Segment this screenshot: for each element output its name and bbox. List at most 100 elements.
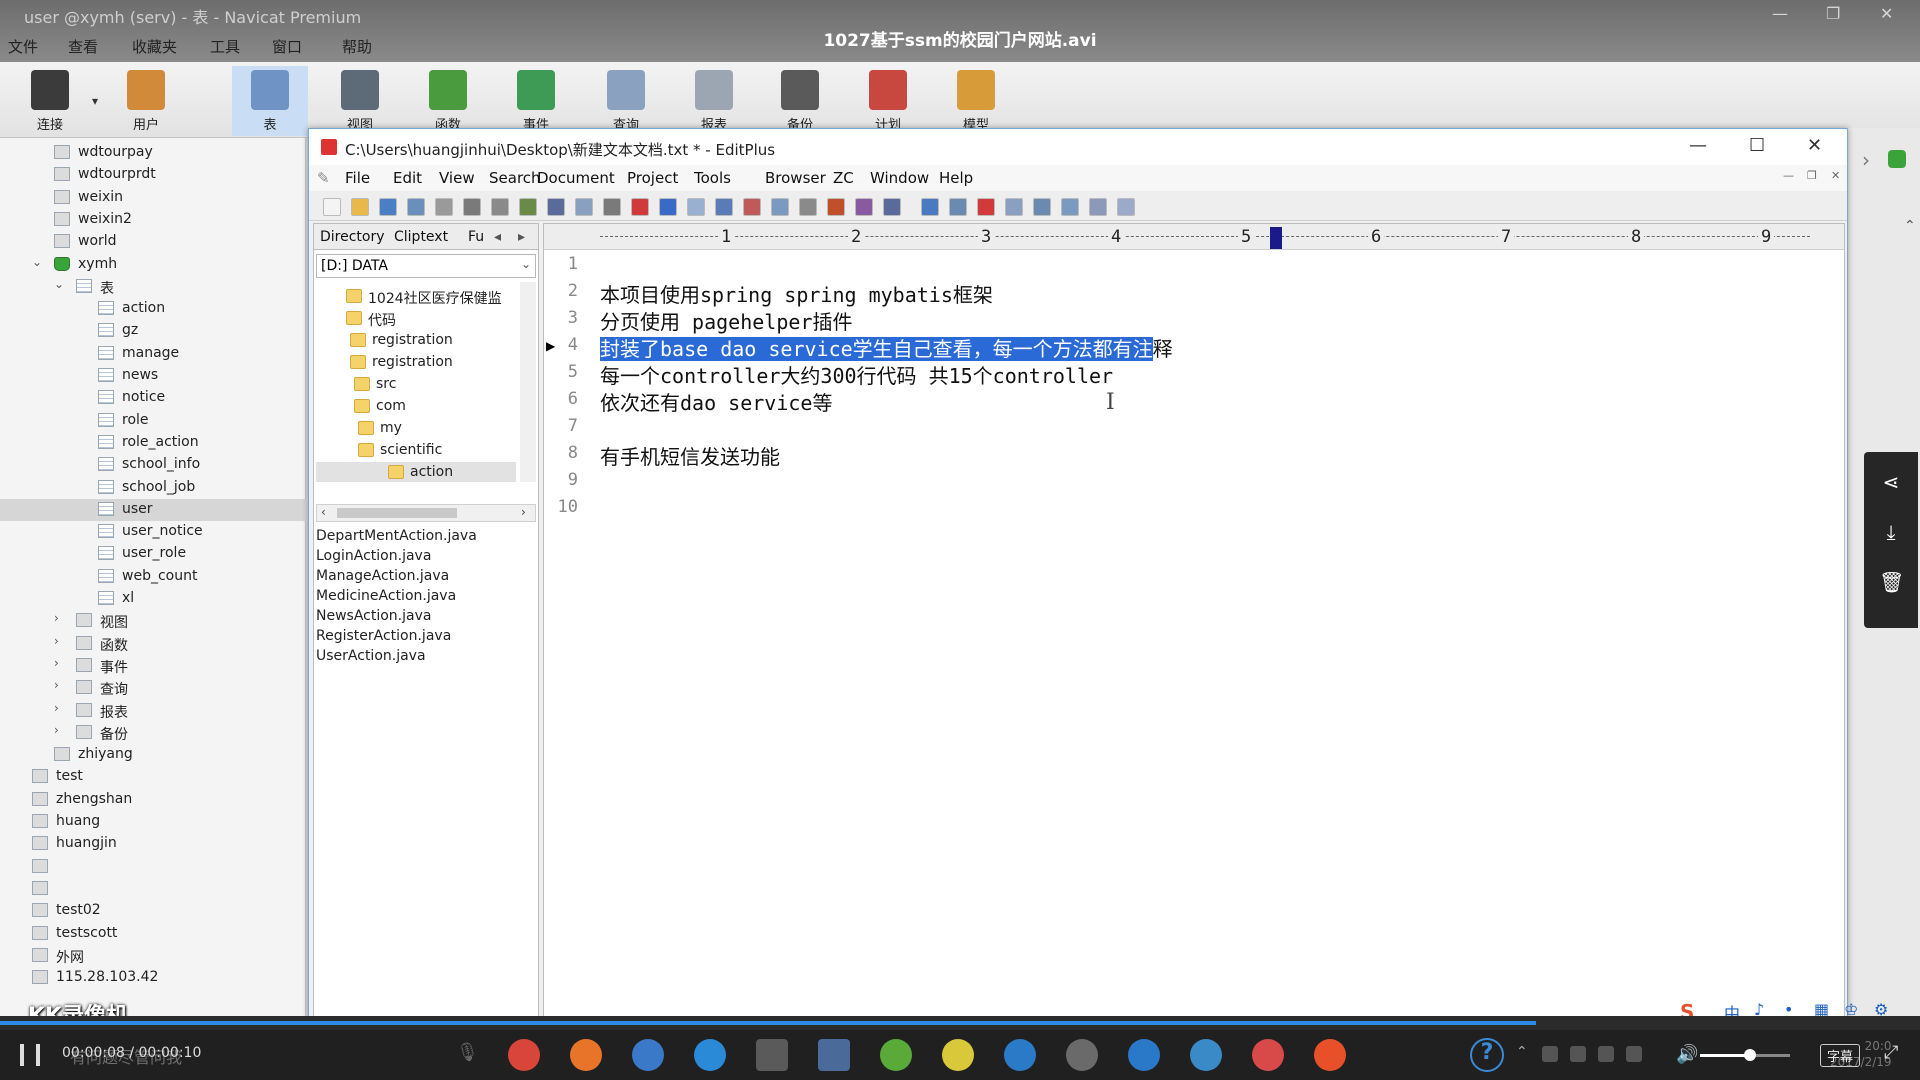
editplus-menu-item[interactable]: Project <box>627 169 678 187</box>
folder-item[interactable]: registration <box>350 330 520 352</box>
sogou-browser-icon[interactable] <box>632 1039 664 1071</box>
chevron-icon[interactable]: › <box>54 634 59 648</box>
tree-item[interactable]: zhengshan <box>0 789 306 811</box>
chevron-icon[interactable]: › <box>54 611 59 625</box>
folder-tree-scrollbar[interactable] <box>520 282 536 482</box>
subtitle-button[interactable]: 字幕 <box>1820 1044 1861 1067</box>
tree-item[interactable]: › 函数 <box>0 633 306 655</box>
doc-minimize-icon[interactable]: — <box>1783 169 1794 182</box>
folder-item[interactable]: action <box>316 462 516 482</box>
chevron-right-icon[interactable]: › <box>1862 148 1870 172</box>
code-line[interactable]: 分页使用 pagehelper插件 <box>600 306 852 334</box>
tray-network-icon[interactable] <box>1542 1046 1558 1062</box>
folder-item[interactable]: src <box>354 374 524 396</box>
toolbar-button-11[interactable]: 模型 <box>938 66 1014 136</box>
tree-item[interactable]: ⌄ 表 <box>0 276 306 298</box>
check-icon[interactable] <box>977 198 995 216</box>
spell-check-icon[interactable] <box>519 198 537 216</box>
tree-item[interactable]: manage <box>0 343 306 365</box>
tree-item[interactable]: testscott <box>0 923 306 945</box>
tree-item[interactable] <box>0 856 306 878</box>
save-all-icon[interactable] <box>407 198 425 216</box>
close-icon[interactable]: ✕ <box>1807 135 1822 156</box>
file-item[interactable]: DepartMentAction.java <box>316 528 536 548</box>
navicat-icon[interactable] <box>1190 1039 1222 1071</box>
help-question-icon[interactable]: ? <box>1470 1038 1504 1072</box>
tray-chevron-up-icon[interactable]: ⌃ <box>1516 1044 1528 1060</box>
open-folder-icon[interactable] <box>351 198 369 216</box>
leaf-icon[interactable] <box>880 1039 912 1071</box>
save-icon[interactable] <box>379 198 397 216</box>
tree-item[interactable]: role_action <box>0 432 306 454</box>
folder-item[interactable]: com <box>354 396 524 418</box>
paste-icon[interactable] <box>603 198 621 216</box>
editplus-menu-item[interactable]: Search <box>489 169 541 187</box>
toolbar-button-9[interactable]: 备份 <box>762 66 838 136</box>
chevron-icon[interactable]: › <box>54 656 59 670</box>
tree-item[interactable]: zhiyang <box>0 744 306 766</box>
copy-icon[interactable] <box>575 198 593 216</box>
ftp-icon[interactable] <box>435 198 453 216</box>
tree-item[interactable]: wdtourpay <box>0 142 306 164</box>
tree-item[interactable]: › 报表 <box>0 700 306 722</box>
window-icon[interactable] <box>1005 198 1023 216</box>
file-item[interactable]: MedicineAction.java <box>316 588 536 608</box>
tree-item[interactable]: › 备份 <box>0 722 306 744</box>
tree-item[interactable]: huangjin <box>0 833 306 855</box>
chevron-icon[interactable]: ⌄ <box>54 277 64 291</box>
toolbar-button-6[interactable]: 事件 <box>498 66 574 136</box>
output-icon[interactable] <box>1033 198 1051 216</box>
doc-restore-icon[interactable]: ❐ <box>1807 169 1817 182</box>
refresh-icon[interactable] <box>1888 150 1906 168</box>
bird-icon[interactable] <box>942 1039 974 1071</box>
file-item[interactable]: ManageAction.java <box>316 568 536 588</box>
toolbar-button-2[interactable]: 用户 <box>108 66 184 136</box>
folder-item[interactable]: 代码 <box>346 308 516 330</box>
tray-speaker-icon[interactable] <box>1598 1046 1614 1062</box>
tree-item[interactable]: news <box>0 365 306 387</box>
undo-icon[interactable] <box>659 198 677 216</box>
folder-item[interactable]: 1024社区医疗保健监 <box>346 286 516 308</box>
tree-item[interactable]: wdtourprdt <box>0 164 306 186</box>
toolbar-button-5[interactable]: 函数 <box>410 66 486 136</box>
line-number-icon[interactable] <box>949 198 967 216</box>
editplus-menu-item[interactable]: Document <box>537 169 615 187</box>
editplus-menu-item[interactable]: View <box>439 169 475 187</box>
scroll-thumb[interactable] <box>337 508 457 518</box>
volume-slider[interactable] <box>1700 1049 1790 1061</box>
picture-icon[interactable] <box>1004 1039 1036 1071</box>
editplus-menu-item[interactable]: ZC <box>833 169 854 187</box>
print-icon[interactable] <box>463 198 481 216</box>
store-icon[interactable] <box>756 1039 788 1071</box>
help-icon[interactable] <box>1117 198 1135 216</box>
cut-icon[interactable] <box>547 198 565 216</box>
cliptext-icon[interactable] <box>1089 198 1107 216</box>
toolbar-button-3[interactable]: 表 <box>232 66 308 136</box>
toolbar-button-1[interactable]: 连接 <box>12 66 88 136</box>
code-line[interactable]: 封装了base dao service学生自己查看，每一个方法都有注释 <box>600 333 1173 361</box>
folder-item[interactable]: my <box>358 418 528 440</box>
ruler-icon[interactable] <box>921 198 939 216</box>
chevron-down-icon[interactable]: ▾ <box>92 94 98 108</box>
file-item[interactable]: UserAction.java <box>316 648 536 668</box>
tray-battery-icon[interactable] <box>1626 1046 1642 1062</box>
tree-item[interactable]: user <box>0 498 306 521</box>
tree-item[interactable]: role <box>0 410 306 432</box>
scroll-up-icon[interactable]: ⌃ <box>1904 218 1916 234</box>
recorder-face-icon[interactable] <box>1314 1039 1346 1071</box>
toolbar-button-4[interactable]: 视图 <box>322 66 398 136</box>
navicat-menu-item[interactable]: 工具 <box>210 36 240 57</box>
find-in-files-icon[interactable] <box>771 198 789 216</box>
tree-item[interactable]: test02 <box>0 900 306 922</box>
tree-item[interactable]: web_count <box>0 566 306 588</box>
code-line[interactable]: 本项目使用spring spring mybatis框架 <box>600 279 993 307</box>
tree-item[interactable]: xl <box>0 588 306 610</box>
firefox-icon[interactable] <box>570 1039 602 1071</box>
find-icon[interactable] <box>715 198 733 216</box>
folder-item[interactable]: registration <box>350 352 520 374</box>
navicat-menu-item[interactable]: 收藏夹 <box>132 36 177 57</box>
minimize-icon[interactable]: — <box>1689 135 1707 156</box>
replace-icon[interactable] <box>743 198 761 216</box>
navicat-menu-item[interactable]: 查看 <box>68 36 98 57</box>
navicat-menu-item[interactable]: 文件 <box>8 36 38 57</box>
